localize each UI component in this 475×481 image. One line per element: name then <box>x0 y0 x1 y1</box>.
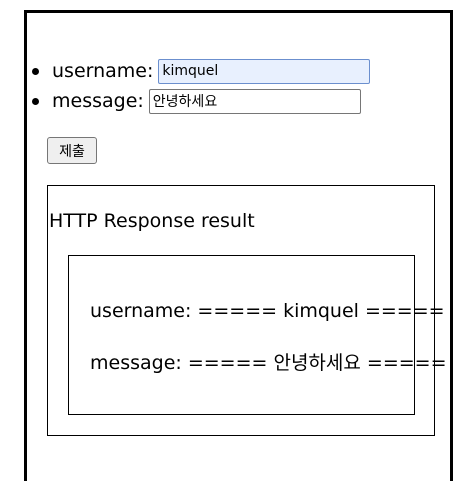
response-result-title: HTTP Response result <box>49 210 255 232</box>
response-content-box: username: ===== kimquel ===== message: =… <box>68 255 447 415</box>
bullet-icon <box>32 98 39 105</box>
bullet-icon <box>32 68 39 75</box>
message-input[interactable] <box>148 88 361 114</box>
message-label: message: <box>52 90 144 112</box>
response-result-panel: HTTP Response result username: ===== kim… <box>47 185 447 436</box>
submit-button[interactable]: 제출 <box>47 137 97 164</box>
message-list-item: message: <box>32 86 370 116</box>
username-list-item: username: <box>32 56 371 86</box>
username-input[interactable] <box>158 58 371 84</box>
username-label: username: <box>52 60 154 82</box>
response-message-line: message: ===== 안녕하세요 ===== <box>90 352 447 374</box>
form-field-list: username: message: <box>32 56 371 116</box>
response-username-line: username: ===== kimquel ===== <box>90 300 445 322</box>
